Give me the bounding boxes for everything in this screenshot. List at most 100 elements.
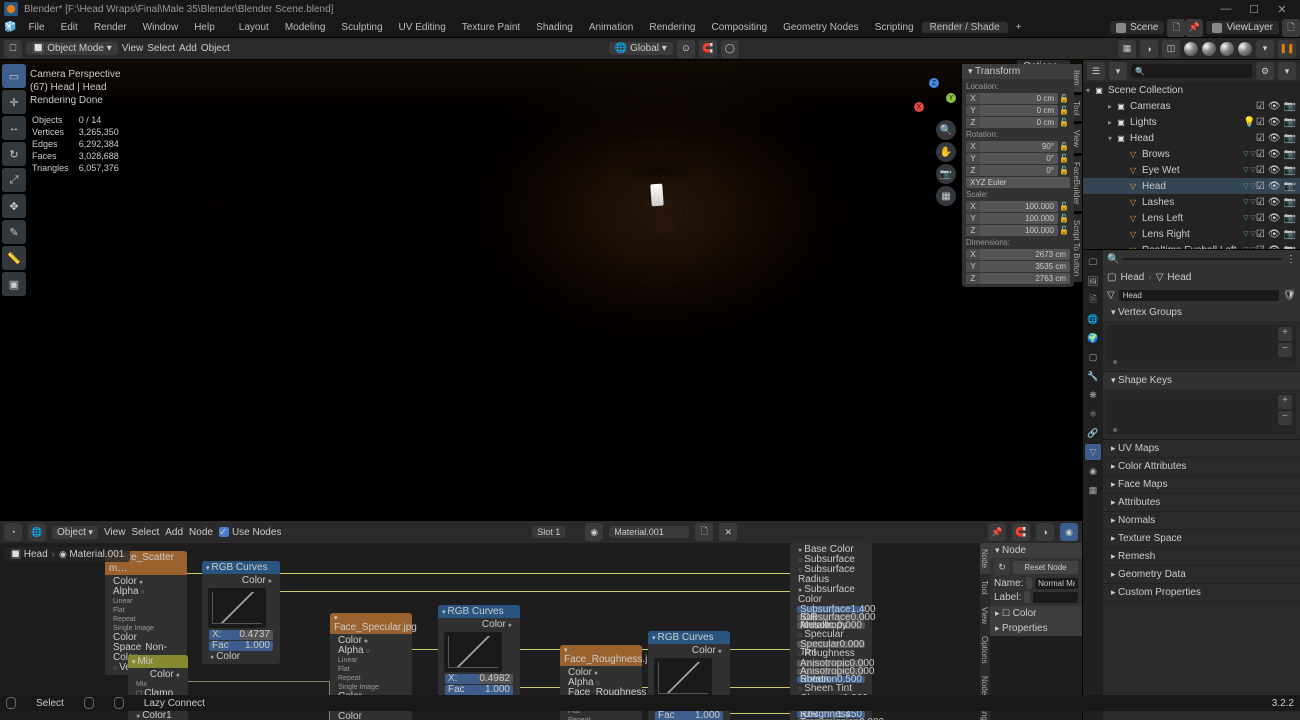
loc-z-field[interactable]: 0 cm [980, 117, 1058, 128]
shading-toggle[interactable]: ◉ [1060, 523, 1078, 541]
visibility-toggle[interactable]: 👁 [1268, 117, 1281, 128]
visibility-toggle[interactable]: 👁 [1268, 133, 1281, 144]
proptab-particles-icon[interactable]: ❋ [1085, 387, 1101, 403]
proptab-constraints-icon[interactable]: 🔗 [1085, 425, 1101, 441]
section-face-maps[interactable]: ▸ Face Maps [1103, 476, 1300, 494]
proptab-viewlayer-icon[interactable]: 🗎 [1085, 292, 1101, 308]
persp-ortho-button[interactable]: ▦ [936, 186, 956, 206]
filter-button[interactable]: ⚙ [1256, 62, 1274, 80]
orientation-selector[interactable]: 🌐 Global ▾ [609, 42, 673, 55]
proptab-scene-icon[interactable]: 🌐 [1085, 311, 1101, 327]
add-tool[interactable]: ▣ [2, 272, 26, 296]
pause-render-button[interactable]: ❚❚ [1278, 40, 1296, 58]
section-remesh[interactable]: ▸ Remesh [1103, 548, 1300, 566]
outliner-row[interactable]: ▽Eye Wet▽ ▽☑👁📷 [1083, 162, 1300, 178]
scale-x-field[interactable]: 100.000 [980, 201, 1058, 212]
workspace-tab[interactable]: Sculpting [333, 22, 390, 33]
fake-user-button[interactable]: 🛡 [1283, 290, 1296, 301]
camera-view-button[interactable]: 📷 [936, 164, 956, 184]
visibility-toggle[interactable]: 👁 [1268, 181, 1281, 192]
node-header[interactable]: ▾ Face_Specular.jpg [330, 613, 412, 634]
mesh-name-field[interactable]: Head [1119, 290, 1280, 301]
new-material-button[interactable]: 🗋 [695, 523, 713, 541]
render-toggle[interactable]: 📷 [1284, 165, 1296, 176]
workspace-tab[interactable]: Scripting [867, 22, 922, 33]
visibility-toggle[interactable]: 👁 [1268, 229, 1281, 240]
shape-key-list[interactable]: +− [1107, 393, 1296, 435]
axis-x[interactable]: X [914, 102, 924, 112]
scale-z-field[interactable]: 100.000 [980, 225, 1058, 236]
xray-button[interactable]: ◫ [1162, 40, 1180, 58]
rotation-mode-selector[interactable]: XYZ Euler [966, 177, 1070, 188]
rgb-curves-node[interactable]: ▾ RGB Curves Color ● X:0.4737 Fac1.000 ●… [202, 561, 280, 664]
proptab-material-icon[interactable]: ◉ [1085, 463, 1101, 479]
viewlayer-selector[interactable]: ViewLayer [1206, 21, 1279, 34]
node-header[interactable]: ▾ RGB Curves [202, 561, 280, 574]
remove-button[interactable]: − [1278, 343, 1292, 357]
outliner-row[interactable]: ▸▣Lights💡☑👁📷 [1083, 114, 1300, 130]
dim-z-field[interactable]: 2763 cm [980, 273, 1070, 284]
workspace-tab[interactable]: Shading [528, 22, 581, 33]
lock-icon[interactable]: 🔓 [1058, 214, 1070, 223]
visibility-toggle[interactable]: 👁 [1268, 197, 1281, 208]
use-nodes-checkbox[interactable]: ✓Use Nodes [219, 527, 281, 538]
dim-x-field[interactable]: 2673 cm [980, 249, 1070, 260]
slot-selector[interactable]: Slot 1 [532, 526, 565, 538]
rot-z-field[interactable]: 0° [980, 165, 1058, 176]
workspace-tab[interactable]: Animation [581, 22, 641, 33]
workspace-tab[interactable]: Geometry Nodes [775, 22, 867, 33]
unlink-material-button[interactable]: ✕ [719, 523, 737, 541]
proptab-render-icon[interactable]: 🖵 [1085, 254, 1101, 270]
node-header[interactable]: ▾ Mix [128, 655, 188, 668]
render-toggle[interactable]: 📷 [1284, 197, 1296, 208]
node-header[interactable]: ▾ RGB Curves [648, 631, 730, 644]
dim-y-field[interactable]: 3535 cm [980, 261, 1070, 272]
rendered-shading-button[interactable] [1238, 42, 1252, 56]
outliner-row[interactable]: ▾▣Scene Collection [1083, 82, 1300, 98]
workspace-tab[interactable]: Compositing [704, 22, 776, 33]
outliner-search[interactable]: 🔍 [1131, 64, 1252, 78]
outliner-row[interactable]: ▽Lens Left▽ ▽☑👁📷 [1083, 210, 1300, 226]
visibility-toggle[interactable]: 👁 [1268, 245, 1281, 250]
proptab-mesh-icon[interactable]: ▽ [1085, 444, 1101, 460]
lock-icon[interactable]: 🔓 [1058, 166, 1070, 175]
exclude-toggle[interactable]: ☑ [1256, 197, 1265, 208]
material-selector[interactable]: Material.001 [609, 526, 689, 538]
node-tab[interactable]: Options [980, 630, 990, 670]
move-tool[interactable]: ↔ [2, 116, 26, 140]
shader-type-button[interactable]: 🌐 [28, 523, 46, 541]
measure-tool[interactable]: 📏 [2, 246, 26, 270]
fac-slider[interactable]: Fac1.000 [209, 641, 273, 651]
blender-icon[interactable]: 🧊 [4, 22, 16, 33]
node-label-input[interactable] [1033, 592, 1078, 603]
menu-edit[interactable]: Edit [53, 22, 86, 33]
visibility-toggle[interactable]: 👁 [1268, 149, 1281, 160]
shader-breadcrumb[interactable]: 🔲 Head›◉ Material.001 [4, 547, 130, 562]
reset-node-button[interactable]: Reset Node [1013, 561, 1078, 574]
proportional-button[interactable]: ◯ [721, 40, 739, 58]
npanel-tab-facebuilder[interactable]: FaceBuilder [1074, 156, 1082, 211]
minimize-button[interactable]: — [1212, 3, 1240, 15]
render-toggle[interactable]: 📷 [1284, 245, 1296, 250]
viewport-menu-view[interactable]: View [122, 43, 144, 54]
outliner-type-icon[interactable]: ☰ [1087, 62, 1105, 80]
exclude-toggle[interactable]: ☑ [1256, 149, 1265, 160]
section-color-attrs[interactable]: ▸ Color Attributes [1103, 458, 1300, 476]
section-custom-props[interactable]: ▸ Custom Properties [1103, 584, 1300, 602]
vertex-group-list[interactable]: +− [1107, 325, 1296, 367]
render-toggle[interactable]: 📷 [1284, 229, 1296, 240]
shading-options-button[interactable]: ▾ [1256, 40, 1274, 58]
wireframe-shading-button[interactable] [1184, 42, 1198, 56]
node-header[interactable]: ▾ Face_Roughness.jpg [560, 645, 642, 666]
navigation-gizmo[interactable]: Z Y X [912, 78, 956, 122]
options-icon[interactable]: ⋮ [1286, 254, 1296, 265]
loc-y-field[interactable]: 0 cm [980, 105, 1058, 116]
fac-slider[interactable]: Fac1.000 [655, 711, 723, 720]
outliner-row[interactable]: ▽Lens Right▽ ▽☑👁📷 [1083, 226, 1300, 242]
exclude-toggle[interactable]: ☑ [1256, 229, 1265, 240]
section-uv-maps[interactable]: ▸ UV Maps [1103, 440, 1300, 458]
solid-shading-button[interactable] [1202, 42, 1216, 56]
npanel-tab-script[interactable]: Script To Button [1074, 214, 1082, 282]
render-toggle[interactable]: 📷 [1284, 133, 1296, 144]
transform-tool[interactable]: ✥ [2, 194, 26, 218]
